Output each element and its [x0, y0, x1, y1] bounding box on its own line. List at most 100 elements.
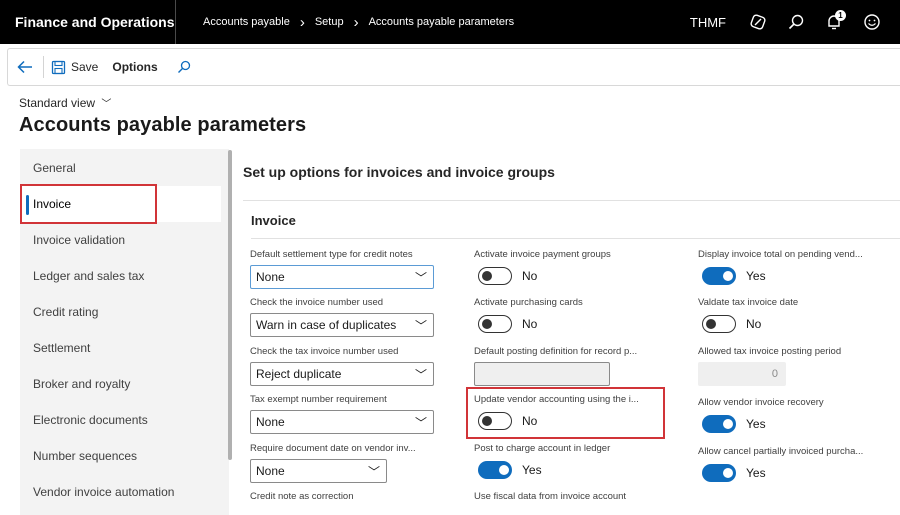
search-icon[interactable] — [786, 12, 806, 32]
require-document-date-select[interactable]: None ﹀ — [250, 459, 387, 483]
toggle-switch[interactable] — [702, 464, 736, 482]
breadcrumb-setup[interactable]: Setup — [315, 16, 344, 28]
field-display-invoice-total: Display invoice total on pending vend...… — [698, 249, 888, 287]
allowed-tax-invoice-period-input[interactable]: 0 — [698, 362, 786, 386]
app-window: Finance and Operations Accounts payable … — [0, 0, 900, 515]
toggle-switch[interactable] — [702, 315, 736, 333]
select-value: None — [256, 415, 285, 429]
field-check-invoice-number: Check the invoice number used Warn in ca… — [250, 297, 434, 337]
dynamics-icon[interactable] — [748, 12, 768, 32]
sidebar-item-vendor-invoice-automation[interactable]: Vendor invoice automation — [20, 474, 221, 510]
field-label: Use fiscal data from invoice account — [474, 491, 627, 502]
field-post-to-charge-account: Post to charge account in ledger Yes — [474, 443, 664, 481]
toggle-switch[interactable] — [478, 315, 512, 333]
main-content: Set up options for invoices and invoice … — [233, 149, 900, 515]
field-activate-purchasing-cards: Activate purchasing cards No — [474, 297, 664, 335]
field-require-document-date: Require document date on vendor inv... N… — [250, 443, 434, 483]
action-search-button[interactable] — [165, 49, 198, 85]
field-check-tax-invoice-number: Check the tax invoice number used Reject… — [250, 346, 434, 386]
toggle-value: No — [746, 317, 762, 331]
select-value: Warn in case of duplicates — [256, 318, 397, 332]
sidebar-scrollbar[interactable] — [228, 150, 232, 460]
action-pane: Save Options — [7, 48, 900, 86]
field-validate-tax-invoice-date: Valdate tax invoice date No — [698, 297, 888, 335]
select-value: None — [256, 464, 285, 478]
field-label: Check the invoice number used — [250, 297, 384, 308]
toggle-value: Yes — [522, 463, 542, 477]
smiley-icon[interactable] — [862, 12, 882, 32]
back-arrow-icon — [17, 60, 32, 74]
field-label: Post to charge account in ledger — [474, 443, 611, 454]
sidebar-item-broker-and-royalty[interactable]: Broker and royalty — [20, 366, 221, 402]
field-label: Credit note as correction — [250, 491, 354, 502]
breadcrumb-accounts-payable[interactable]: Accounts payable — [203, 16, 290, 28]
field-label: Default posting definition for record p.… — [474, 346, 638, 357]
toggle-switch[interactable] — [702, 415, 736, 433]
toggle-value: Yes — [746, 466, 766, 480]
sidebar-item-general[interactable]: General — [20, 150, 221, 186]
field-label: Activate invoice payment groups — [474, 249, 611, 260]
toggle-value: Yes — [746, 269, 766, 283]
sidebar-item-settlement[interactable]: Settlement — [20, 330, 221, 366]
check-invoice-number-select[interactable]: Warn in case of duplicates ﹀ — [250, 313, 434, 337]
group-title[interactable]: Invoice — [251, 213, 296, 228]
breadcrumb: Accounts payable › Setup › Accounts paya… — [176, 15, 514, 30]
allow-vendor-invoice-recovery-toggle[interactable]: Yes — [698, 413, 888, 435]
display-invoice-total-toggle[interactable]: Yes — [698, 265, 888, 287]
notification-badge: 1 — [835, 10, 846, 21]
field-activate-invoice-payment-groups: Activate invoice payment groups No — [474, 249, 664, 287]
bell-icon[interactable]: 1 — [824, 10, 846, 32]
toggle-value: Yes — [746, 417, 766, 431]
field-label: Activate purchasing cards — [474, 297, 583, 308]
save-icon — [51, 60, 66, 74]
chevron-right-icon: › — [353, 13, 359, 31]
divider — [243, 200, 900, 201]
chevron-right-icon: › — [299, 13, 305, 31]
top-navigation-bar: Finance and Operations Accounts payable … — [0, 0, 900, 44]
section-title: Set up options for invoices and invoice … — [243, 164, 555, 180]
default-settlement-type-select[interactable]: None ﹀ — [250, 265, 434, 289]
options-tab[interactable]: Options — [105, 49, 164, 85]
activate-invoice-payment-groups-toggle[interactable]: No — [474, 265, 664, 287]
field-use-fiscal-data: Use fiscal data from invoice account — [474, 491, 664, 503]
back-button[interactable] — [8, 49, 43, 85]
field-default-posting-definition: Default posting definition for record p.… — [474, 346, 664, 386]
breadcrumb-current[interactable]: Accounts payable parameters — [369, 16, 515, 28]
chevron-down-icon: ﹀ — [414, 318, 427, 333]
app-title[interactable]: Finance and Operations — [0, 0, 176, 44]
field-label: Allowed tax invoice posting period — [698, 346, 842, 357]
field-allow-cancel-partially-invoiced: Allow cancel partially invoiced purcha..… — [698, 446, 888, 484]
sidebar-item-credit-rating[interactable]: Credit rating — [20, 294, 221, 330]
tax-exempt-number-select[interactable]: None ﹀ — [250, 410, 434, 434]
sidebar-item-number-sequences[interactable]: Number sequences — [20, 438, 221, 474]
search-icon — [177, 60, 190, 73]
sidebar-item-ledger-and-sales-tax[interactable]: Ledger and sales tax — [20, 258, 221, 294]
toggle-switch[interactable] — [478, 267, 512, 285]
view-selector[interactable]: Standard view ﹀ — [19, 95, 111, 110]
field-label: Valdate tax invoice date — [698, 297, 799, 308]
toggle-switch[interactable] — [702, 267, 736, 285]
sidebar-item-invoice-validation[interactable]: Invoice validation — [20, 222, 221, 258]
sidebar-item-electronic-documents[interactable]: Electronic documents — [20, 402, 221, 438]
toggle-switch[interactable] — [478, 461, 512, 479]
field-label: Display invoice total on pending vend... — [698, 249, 863, 260]
save-label: Save — [71, 60, 99, 74]
allow-cancel-partially-invoiced-toggle[interactable]: Yes — [698, 462, 888, 484]
page-title: Accounts payable parameters — [19, 114, 307, 136]
default-posting-definition-input[interactable] — [474, 362, 610, 386]
activate-purchasing-cards-toggle[interactable]: No — [474, 313, 664, 335]
company-picker[interactable]: THMF — [690, 15, 726, 30]
validate-tax-invoice-date-toggle[interactable]: No — [698, 313, 888, 335]
toggle-value: No — [522, 317, 538, 331]
chevron-down-icon: ﹀ — [367, 464, 380, 479]
highlight-box-update-vendor-accounting — [466, 387, 665, 439]
field-label: Require document date on vendor inv... — [250, 443, 416, 454]
save-button[interactable]: Save — [44, 49, 105, 85]
post-to-charge-account-toggle[interactable]: Yes — [474, 459, 664, 481]
field-label: Allow vendor invoice recovery — [698, 397, 824, 408]
chevron-down-icon: ﹀ — [101, 99, 112, 110]
chevron-down-icon: ﹀ — [414, 367, 427, 382]
chevron-down-icon: ﹀ — [414, 270, 427, 285]
check-tax-invoice-number-select[interactable]: Reject duplicate ﹀ — [250, 362, 434, 386]
field-allow-vendor-invoice-recovery: Allow vendor invoice recovery Yes — [698, 397, 888, 435]
